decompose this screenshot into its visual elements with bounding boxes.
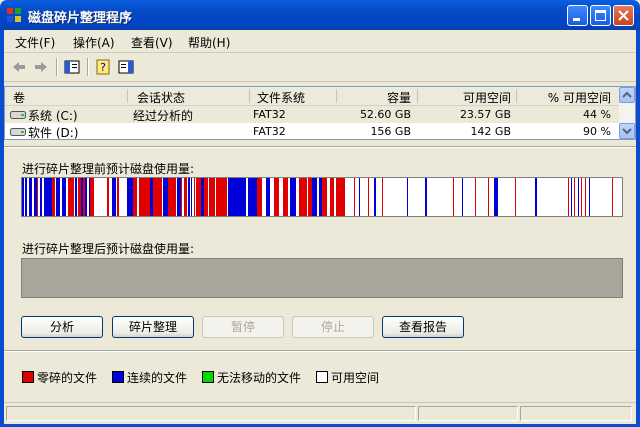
legend-contiguous-swatch <box>112 371 124 383</box>
forward-arrow-icon[interactable] <box>32 58 50 76</box>
column-divider[interactable] <box>127 89 128 103</box>
column-divider[interactable] <box>417 89 418 103</box>
legend-free-label: 可用空间 <box>331 371 380 385</box>
stop-button[interactable]: 停止 <box>292 316 374 338</box>
section-divider <box>4 350 636 352</box>
back-arrow-icon[interactable] <box>10 58 28 76</box>
volume-capacity: 156 GB <box>370 125 411 138</box>
volume-name: 系统 (C:) <box>28 109 78 123</box>
status-panel <box>6 406 416 421</box>
before-usage-bar <box>21 177 623 217</box>
scroll-up-icon <box>622 91 632 98</box>
volume-list[interactable]: 卷 会话状态 文件系统 容量 可用空间 % 可用空间 系统 (C:) 经过分析的… <box>4 86 636 140</box>
volume-row-c[interactable]: 系统 (C:) 经过分析的 FAT32 52.60 GB 23.57 GB 44… <box>5 106 619 123</box>
svg-text:?: ? <box>100 61 106 74</box>
properties-icon[interactable] <box>117 58 135 76</box>
before-usage-map <box>22 178 613 216</box>
volume-name: 软件 (D:) <box>28 126 79 140</box>
after-usage-bar <box>21 258 623 298</box>
minimize-button[interactable] <box>567 5 588 26</box>
legend-fragmented-swatch <box>22 371 34 383</box>
after-usage-label: 进行碎片整理后预计磁盘使用量: <box>22 242 195 256</box>
volume-pct-free: 44 % <box>583 108 611 121</box>
list-header: 卷 会话状态 文件系统 容量 可用空间 % 可用空间 <box>5 87 619 106</box>
legend-unmovable-swatch <box>202 371 214 383</box>
minimize-icon <box>573 18 580 21</box>
drive-icon <box>10 111 26 119</box>
column-divider[interactable] <box>336 89 337 103</box>
menu-bar: 文件(F) 操作(A) 查看(V) 帮助(H) <box>4 30 636 53</box>
column-divider[interactable] <box>249 89 250 103</box>
analyze-button[interactable]: 分析 <box>21 316 103 338</box>
title-bar[interactable]: 磁盘碎片整理程序 <box>0 0 640 30</box>
volume-free: 23.57 GB <box>459 108 511 121</box>
status-panel <box>520 406 632 421</box>
menu-view[interactable]: 查看(V) <box>131 34 173 51</box>
column-divider[interactable] <box>516 89 517 103</box>
defrag-app-icon <box>7 8 21 22</box>
close-button[interactable] <box>613 5 634 26</box>
column-volume[interactable]: 卷 <box>13 89 25 106</box>
vertical-scrollbar[interactable] <box>619 87 635 139</box>
window-frame-right <box>636 30 640 427</box>
column-status[interactable]: 会话状态 <box>137 89 185 106</box>
menu-file[interactable]: 文件(F) <box>15 34 55 51</box>
volume-row-d[interactable]: 软件 (D:) FAT32 156 GB 142 GB 90 % <box>5 123 619 140</box>
help-icon[interactable]: ? <box>94 58 112 76</box>
pause-button[interactable]: 暂停 <box>202 316 284 338</box>
window-title: 磁盘碎片整理程序 <box>28 11 133 26</box>
status-bar <box>4 402 636 424</box>
column-capacity[interactable]: 容量 <box>341 89 411 106</box>
volume-filesystem: FAT32 <box>253 125 286 138</box>
column-pct-free[interactable]: % 可用空间 <box>521 89 611 106</box>
volume-capacity: 52.60 GB <box>359 108 411 121</box>
legend-unmovable-label: 无法移动的文件 <box>217 371 302 385</box>
scroll-down-button[interactable] <box>619 123 635 139</box>
status-panel <box>418 406 518 421</box>
legend-fragmented-label: 零碎的文件 <box>37 371 98 385</box>
scroll-up-button[interactable] <box>619 87 635 103</box>
maximize-icon <box>595 10 606 21</box>
toolbar-separator <box>87 58 89 76</box>
volume-filesystem: FAT32 <box>253 108 286 121</box>
drive-icon <box>10 128 26 136</box>
section-divider <box>4 146 636 148</box>
menu-action[interactable]: 操作(A) <box>73 34 115 51</box>
column-free[interactable]: 可用空间 <box>421 89 511 106</box>
toolbar-separator <box>56 58 58 76</box>
volume-free: 142 GB <box>470 125 511 138</box>
legend-free-swatch <box>316 371 328 383</box>
toolbar: ? <box>4 53 636 82</box>
column-filesystem[interactable]: 文件系统 <box>257 89 305 106</box>
before-usage-label: 进行碎片整理前预计磁盘使用量: <box>22 162 195 176</box>
volume-pct-free: 90 % <box>583 125 611 138</box>
console-tree-icon[interactable] <box>63 58 81 76</box>
close-icon <box>618 10 629 21</box>
maximize-button[interactable] <box>590 5 611 26</box>
menu-help[interactable]: 帮助(H) <box>188 34 230 51</box>
scroll-down-icon <box>622 128 632 135</box>
legend-contiguous-label: 连续的文件 <box>127 371 188 385</box>
defragment-button[interactable]: 碎片整理 <box>112 316 194 338</box>
view-report-button[interactable]: 查看报告 <box>382 316 464 338</box>
volume-status: 经过分析的 <box>133 109 194 123</box>
